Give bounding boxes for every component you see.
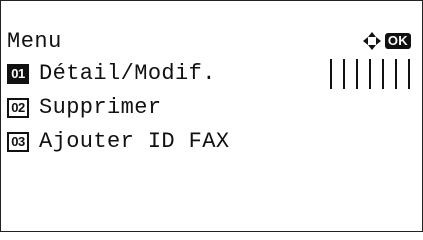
navigation-hint: OK <box>362 31 411 51</box>
menu-item-ajouter-id-fax[interactable]: 03 Ajouter ID FAX <box>7 125 419 159</box>
item-number-badge: 03 <box>7 132 29 152</box>
menu-item-label: Détail/Modif. <box>39 61 216 86</box>
header-bar: Menu OK <box>7 27 417 57</box>
lcd-screen: Menu OK 01 Détail/Modif. 02 Supprimer 03… <box>0 0 423 232</box>
menu-item-supprimer[interactable]: 02 Supprimer <box>7 91 419 125</box>
page-title: Menu <box>7 29 62 54</box>
menu-item-label: Supprimer <box>39 95 162 120</box>
item-number-badge: 02 <box>7 98 29 118</box>
menu-item-label: Ajouter ID FAX <box>39 129 230 154</box>
ok-button[interactable]: OK <box>384 33 411 49</box>
four-way-arrow-icon <box>362 32 381 50</box>
menu-list: 01 Détail/Modif. 02 Supprimer 03 Ajouter… <box>7 57 419 159</box>
item-number-badge: 01 <box>7 64 29 84</box>
menu-item-detail-modif[interactable]: 01 Détail/Modif. <box>7 57 419 91</box>
